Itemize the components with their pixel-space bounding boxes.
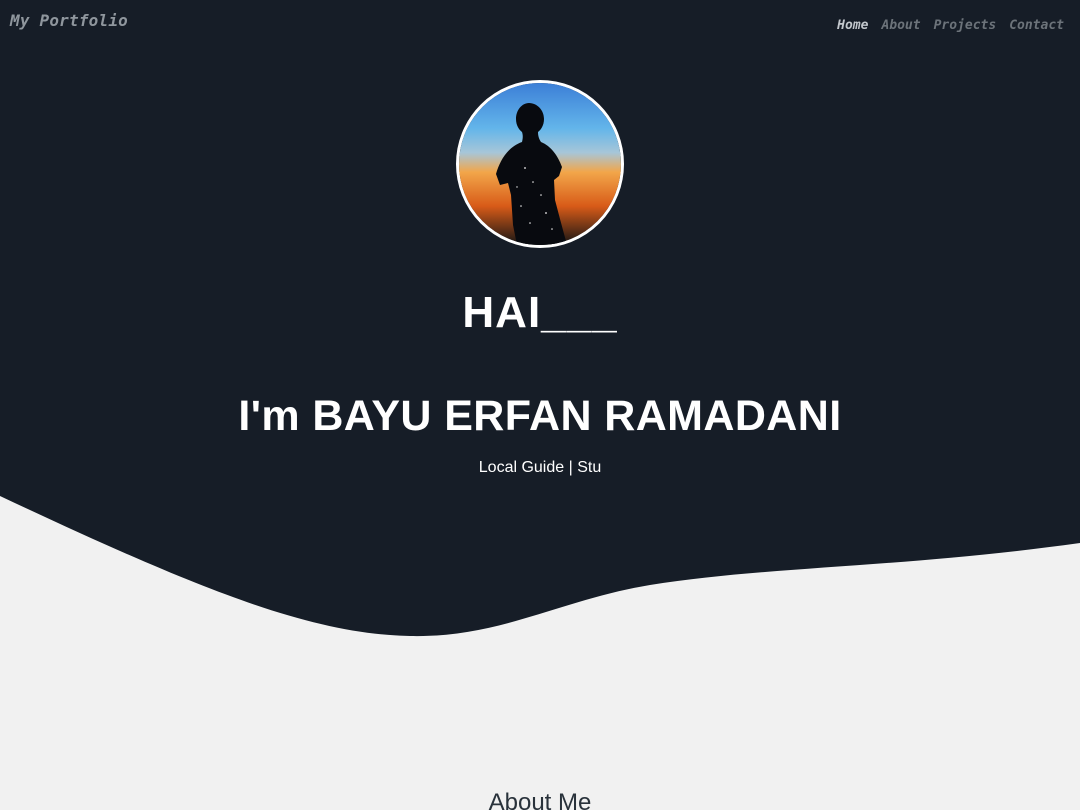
portfolio-page: My Portfolio Home About Projects Contact <box>0 0 1080 810</box>
nav-item-about: About <box>881 14 920 33</box>
hero-name: I'm BAYU ERFAN RAMADANI <box>238 392 842 440</box>
navbar: My Portfolio Home About Projects Contact <box>0 0 1080 44</box>
nav-item-contact: Contact <box>1009 14 1064 33</box>
about-section-title: About Me <box>488 789 592 810</box>
nav-item-home: Home <box>837 14 868 33</box>
avatar <box>456 80 624 248</box>
profile-silhouette-icon <box>459 83 621 245</box>
nav-item-projects: Projects <box>934 14 997 33</box>
nav-links: Home About Projects Contact <box>837 14 1064 33</box>
hero-greeting: HAI___ <box>462 288 618 337</box>
nav-link-contact[interactable]: Contact <box>1009 18 1064 33</box>
nav-link-projects[interactable]: Projects <box>934 18 997 33</box>
nav-link-home[interactable]: Home <box>837 18 868 33</box>
nav-link-about[interactable]: About <box>881 18 920 33</box>
brand-link[interactable]: My Portfolio <box>10 11 128 30</box>
hero-tagline: Local Guide | Stu <box>478 459 602 476</box>
